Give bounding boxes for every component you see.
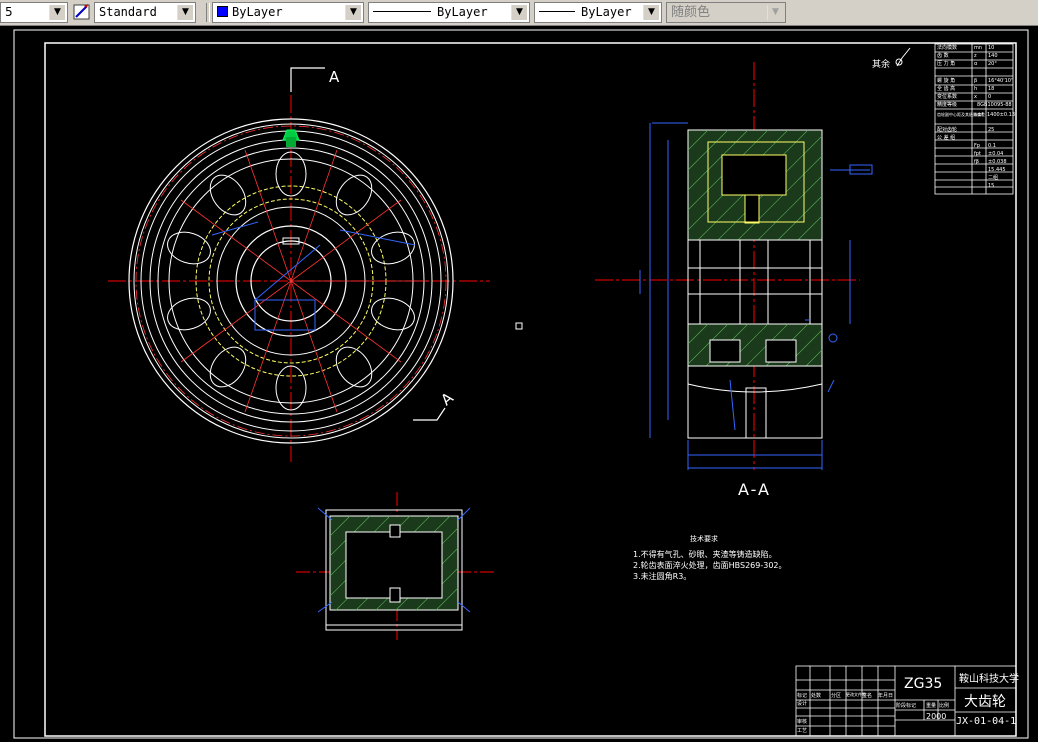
blue-color-swatch-icon	[217, 6, 228, 17]
toolbar-separator	[206, 3, 210, 22]
chevron-down-icon[interactable]: ▼	[511, 5, 527, 20]
cad-drawing	[13, 29, 1029, 739]
plot-style-combo[interactable]: 随颜色 ▼	[666, 2, 786, 23]
tech-requirement-3: 3.未注圆角R3。	[633, 572, 692, 581]
section-label-top: A	[329, 68, 340, 86]
text-style-icon[interactable]	[72, 2, 94, 23]
dim-style-value: 5	[5, 5, 13, 19]
tech-requirement-2: 2.轮齿表面淬火处理，齿面HBS269-302。	[633, 561, 787, 570]
roughness-note: 其余	[872, 60, 891, 70]
color-value: ByLayer	[232, 5, 283, 19]
lineweight-combo[interactable]: ByLayer ▼	[534, 2, 662, 23]
text-style-value: Standard	[99, 5, 157, 19]
drawing-number: JX-01-04-1	[956, 716, 1017, 727]
scale-label: 比例	[939, 703, 950, 709]
chevron-down-icon[interactable]: ▼	[767, 5, 783, 20]
title-block: ZG35 鞍山科技大学 大齿轮 JX-01-04-1 2000 阶段标记 重量 …	[796, 666, 1019, 736]
chevron-down-icon[interactable]: ▼	[177, 5, 193, 20]
dim-style-combo[interactable]: 5 ▼	[0, 2, 68, 23]
school-name: 鞍山科技大学	[959, 674, 1019, 685]
color-combo[interactable]: ByLayer ▼	[212, 2, 364, 23]
chevron-down-icon[interactable]: ▼	[643, 5, 659, 20]
tech-requirement-1: 1.不得有气孔、砂眼、夹渣等铸造缺陷。	[633, 550, 777, 559]
section-view-label: A-A	[738, 480, 771, 499]
plot-style-value: 随颜色	[671, 5, 711, 20]
linetype-combo[interactable]: ByLayer ▼	[368, 2, 530, 23]
weight-label: 重量	[926, 703, 937, 709]
frame-border	[44, 42, 1017, 737]
tech-requirements-title: 技术要求	[690, 535, 718, 543]
lineweight-sample-icon	[539, 11, 575, 12]
tech-requirements: 技术要求 1.不得有气孔、砂眼、夹渣等铸造缺陷。 2.轮齿表面淬火处理，齿面HB…	[633, 534, 787, 582]
properties-toolbar: 5 ▼ Standard ▼ ByLayer ▼ ByLayer ▼ ByLay…	[0, 0, 1038, 26]
drawing-canvas[interactable]: A A A-A 其余 技术要求 1.不得有气孔、砂眼、夹渣等铸造缺陷。 2.轮齿…	[0, 26, 1038, 742]
scale-value: 2000	[926, 712, 947, 721]
material-text: ZG35	[904, 676, 943, 692]
linetype-value: ByLayer	[437, 5, 488, 19]
chevron-down-icon[interactable]: ▼	[345, 5, 361, 20]
part-name: 大齿轮	[964, 694, 1006, 710]
lineweight-value: ByLayer	[581, 5, 632, 19]
stage-label: 阶段标记	[896, 703, 917, 709]
text-style-combo[interactable]: Standard ▼	[94, 2, 196, 23]
gear-section-view	[595, 62, 873, 470]
chevron-down-icon[interactable]: ▼	[49, 5, 65, 20]
linetype-sample-icon	[373, 11, 431, 12]
gear-front-view	[108, 67, 490, 462]
rim-detail-view	[296, 492, 497, 640]
